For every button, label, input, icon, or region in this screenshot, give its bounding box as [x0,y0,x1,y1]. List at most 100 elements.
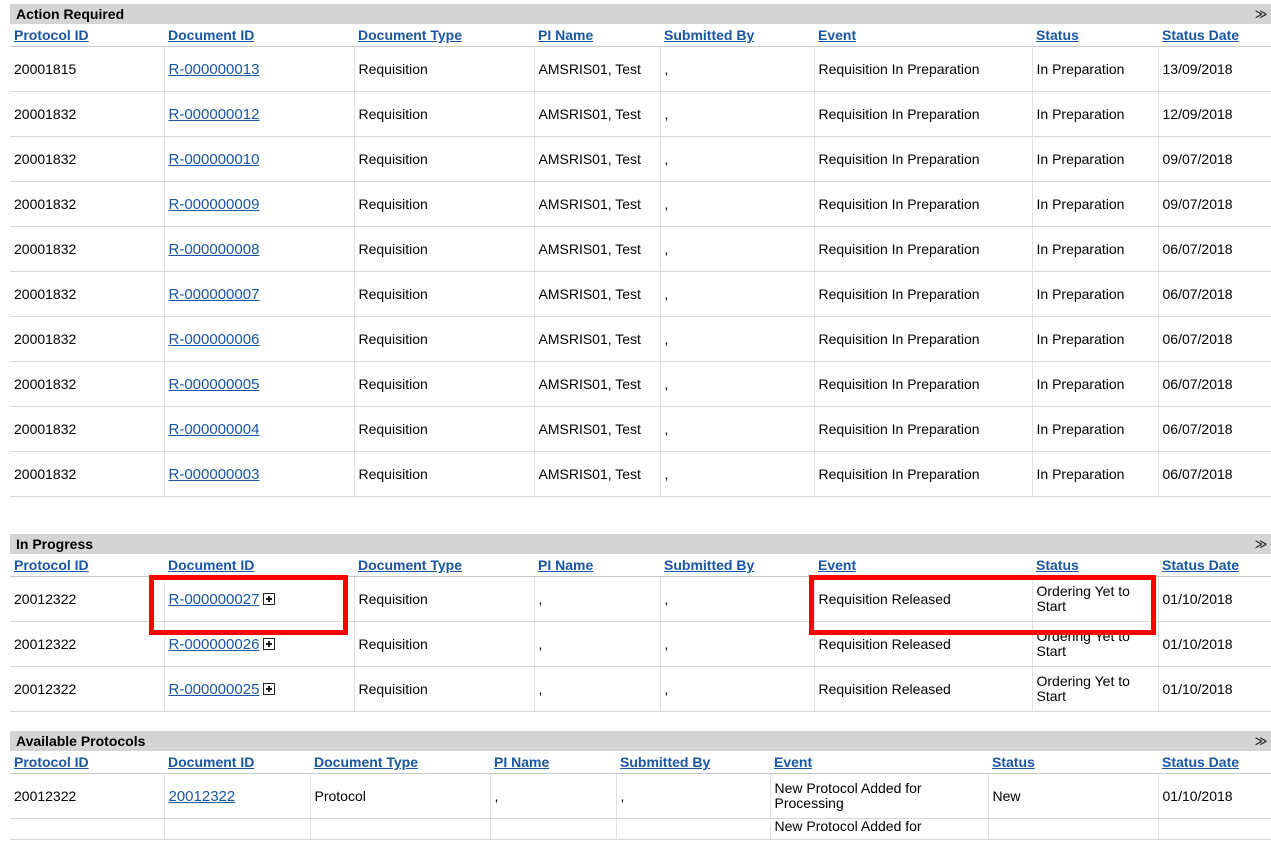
column-header-submitted-by[interactable]: Submitted By [616,751,770,774]
table-row: 20012322 R-000000025 Requisition,, Requisit… [10,666,1271,712]
column-header-document-type[interactable]: Document Type [354,554,534,577]
cell-status: In Preparation [1032,361,1159,407]
document-id-link[interactable]: R-000000027 [169,591,260,608]
column-header-status-date[interactable]: Status Date [1158,24,1271,47]
cell-status-date: 06/07/2018 [1158,226,1271,272]
cell-status: In Preparation [1032,406,1159,452]
cell-submitted-by: , [616,773,771,819]
expand-plus-icon[interactable] [263,592,276,605]
cell-event: Requisition In Preparation [814,91,1033,137]
cell-protocol-id: 20001832 [10,181,165,227]
cell-protocol-id: 20001815 [10,46,165,92]
column-header-protocol-id[interactable]: Protocol ID [10,751,164,774]
cell-status: In Preparation [1032,316,1159,362]
column-header-protocol-id[interactable]: Protocol ID [10,24,164,47]
cell-status: In Preparation [1032,181,1159,227]
expand-plus-icon[interactable] [263,637,276,650]
collapse-icon[interactable]: ≫ [1254,534,1268,554]
in-progress-section: In Progress ≫ Protocol ID Document ID Docu… [10,534,1271,712]
cell-event: Requisition In Preparation [814,406,1033,452]
cell-event: Requisition In Preparation [814,271,1033,317]
cell-event: Requisition In Preparation [814,226,1033,272]
cell-submitted-by: , [660,46,815,92]
cell-protocol-id: 20001832 [10,91,165,137]
cell-event: Requisition In Preparation [814,46,1033,92]
expand-plus-icon[interactable] [263,682,276,695]
cell-status-date: 06/07/2018 [1158,361,1271,407]
column-header-event[interactable]: Event [770,751,988,774]
in-progress-table: Protocol ID Document ID Document Type PI Na… [10,554,1271,712]
column-header-status-date[interactable]: Status Date [1158,554,1271,577]
cell-document-type: Requisition [354,666,535,712]
column-header-pi-name[interactable]: PI Name [534,554,660,577]
cell-document-id: R-000000026 [164,621,355,667]
cell-protocol-id: 20012322 [10,773,165,819]
document-id-link[interactable]: R-000000013 [169,61,260,78]
column-header-document-type[interactable]: Document Type [310,751,490,774]
column-header-document-id[interactable]: Document ID [164,24,354,47]
cell-document-type: Requisition [354,406,535,452]
cell-status-date: 01/10/2018 [1158,773,1271,819]
cell-protocol-id: 20001832 [10,316,165,362]
action-required-header: Action Required ≫ [10,4,1271,24]
column-header-submitted-by[interactable]: Submitted By [660,554,814,577]
collapse-icon[interactable]: ≫ [1254,4,1268,24]
column-header-document-id[interactable]: Document ID [164,554,354,577]
document-id-link[interactable]: R-000000026 [169,636,260,653]
cell-status: In Preparation [1032,136,1159,182]
document-id-link[interactable]: R-000000010 [169,151,260,168]
column-header-event[interactable]: Event [814,554,1032,577]
table-row: 20012322 R-000000027 Requisition,, Requisit… [10,576,1271,622]
cell-document-type: Requisition [354,136,535,182]
cell-status-date: 13/09/2018 [1158,46,1271,92]
table-row: 20001832 R-000000006 Requisition AMSRIS01, … [10,316,1271,362]
cell-status-date: 06/07/2018 [1158,316,1271,362]
column-header-status-date[interactable]: Status Date [1158,751,1271,774]
cell-submitted-by: , [660,576,815,622]
cell-status: In Preparation [1032,271,1159,317]
table-row: 20001815 R-000000013 Requisition AMSRIS01, … [10,46,1271,92]
cell-pi-name: AMSRIS01, Test [534,451,661,497]
table-row: 20012322 R-000000026 Requisition,, Requisit… [10,621,1271,667]
cell-document-id: 20012322 [164,773,311,819]
cell-protocol-id: 20001832 [10,406,165,452]
document-id-link[interactable]: R-000000005 [169,376,260,393]
cell-status-date: 06/07/2018 [1158,451,1271,497]
column-header-status[interactable]: Status [1032,24,1158,47]
document-id-link[interactable]: R-000000009 [169,196,260,213]
cell-document-id: R-000000013 [164,46,355,92]
cell-submitted-by: , [660,136,815,182]
document-id-link[interactable]: R-000000006 [169,331,260,348]
cell-status-date: 06/07/2018 [1158,406,1271,452]
cell-status: In Preparation [1032,451,1159,497]
document-id-link[interactable]: 20012322 [169,788,236,805]
cell-protocol-id: 20012322 [10,621,165,667]
document-id-link[interactable]: R-000000004 [169,421,260,438]
cell-submitted-by: , [660,406,815,452]
document-id-link[interactable]: R-000000007 [169,286,260,303]
document-id-link[interactable]: R-000000003 [169,466,260,483]
cell-status-date: 01/10/2018 [1158,666,1271,712]
cell-document-id [164,818,311,840]
available-protocols-table: Protocol ID Document ID Document Type PI Na… [10,751,1271,840]
column-header-submitted-by[interactable]: Submitted By [660,24,814,47]
column-header-document-id[interactable]: Document ID [164,751,310,774]
cell-pi-name: AMSRIS01, Test [534,226,661,272]
cell-document-id: R-000000003 [164,451,355,497]
cell-event: New Protocol Added for Processing [770,773,989,819]
cell-document-id: R-000000007 [164,271,355,317]
column-header-pi-name[interactable]: PI Name [490,751,616,774]
cell-pi-name: AMSRIS01, Test [534,361,661,407]
column-header-status[interactable]: Status [1032,554,1158,577]
column-header-status[interactable]: Status [988,751,1158,774]
column-header-protocol-id[interactable]: Protocol ID [10,554,164,577]
column-header-document-type[interactable]: Document Type [354,24,534,47]
cell-protocol-id: 20001832 [10,451,165,497]
column-header-event[interactable]: Event [814,24,1032,47]
document-id-link[interactable]: R-000000012 [169,106,260,123]
collapse-icon[interactable]: ≫ [1254,731,1268,751]
document-id-link[interactable]: R-000000008 [169,241,260,258]
document-id-link[interactable]: R-000000025 [169,681,260,698]
column-header-pi-name[interactable]: PI Name [534,24,660,47]
cell-status: Ordering Yet to Start [1032,621,1159,667]
